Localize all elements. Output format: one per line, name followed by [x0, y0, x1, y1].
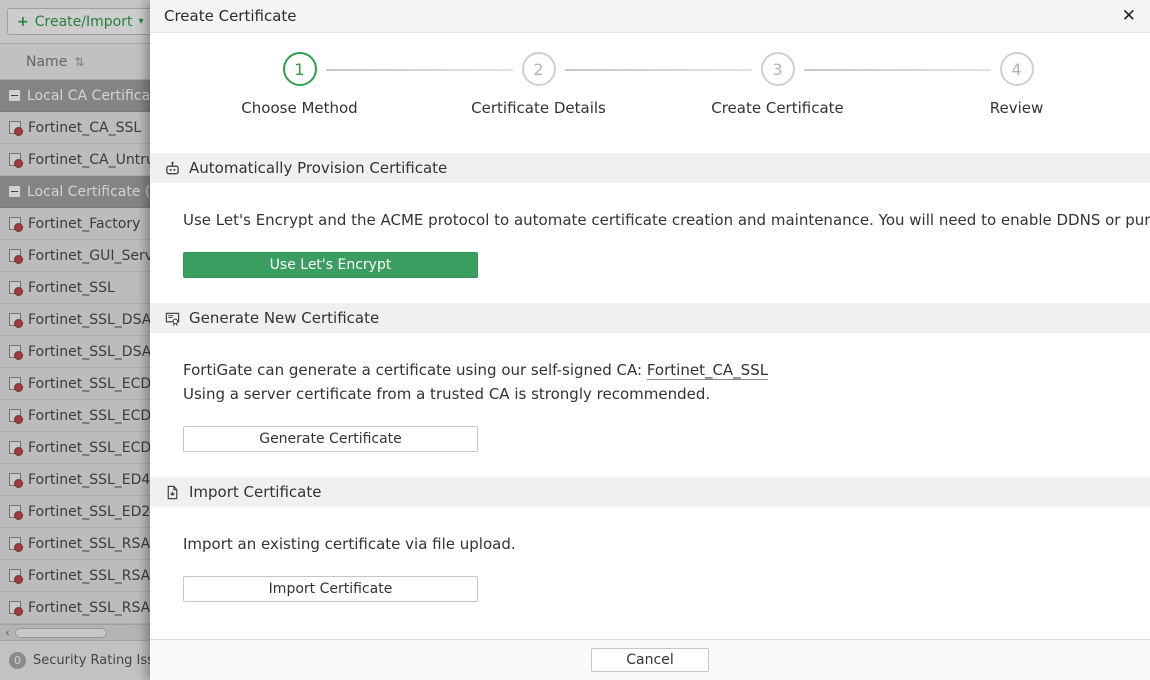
step-2-label: Certificate Details: [471, 99, 606, 117]
certificate-seal-icon: [165, 311, 180, 326]
step-review: 4 Review: [897, 52, 1136, 117]
section-title: Automatically Provision Certificate: [189, 159, 447, 177]
section-title: Import Certificate: [189, 483, 321, 501]
import-icon: [165, 485, 180, 500]
modal-title: Create Certificate: [164, 7, 297, 25]
automation-icon: [165, 161, 180, 176]
step-certificate-details: 2 Certificate Details: [419, 52, 658, 117]
generate-certificate-button[interactable]: Generate Certificate: [183, 426, 478, 452]
use-lets-encrypt-button[interactable]: Use Let's Encrypt: [183, 252, 478, 278]
step-3-circle[interactable]: 3: [761, 52, 795, 86]
step-choose-method: 1 Choose Method: [180, 52, 419, 117]
import-description: Import an existing certificate via file …: [150, 507, 1150, 556]
modal-titlebar: Create Certificate ✕: [150, 0, 1150, 33]
section-header-import: Import Certificate: [150, 477, 1150, 507]
wizard-stepper: 1 Choose Method 2 Certificate Details 3 …: [150, 33, 1150, 132]
step-create-certificate: 3 Create Certificate: [658, 52, 897, 117]
modal-footer: Cancel: [150, 639, 1150, 680]
ca-link[interactable]: Fortinet_CA_SSL: [647, 361, 768, 380]
generate-line-1: FortiGate can generate a certificate usi…: [183, 358, 1140, 382]
step-4-label: Review: [990, 99, 1044, 117]
generate-line-2: Using a server certificate from a truste…: [183, 382, 1140, 406]
section-header-provision: Automatically Provision Certificate: [150, 153, 1150, 183]
step-2-circle[interactable]: 2: [522, 52, 556, 86]
close-icon[interactable]: ✕: [1122, 8, 1136, 25]
step-3-label: Create Certificate: [711, 99, 844, 117]
step-1-label: Choose Method: [241, 99, 357, 117]
generate-text: FortiGate can generate a certificate usi…: [183, 361, 647, 379]
cancel-button[interactable]: Cancel: [591, 648, 709, 672]
step-1-circle[interactable]: 1: [283, 52, 317, 86]
create-certificate-modal: Create Certificate ✕ 1 Choose Method 2 C…: [150, 0, 1150, 680]
provision-description: Use Let's Encrypt and the ACME protocol …: [150, 183, 1150, 232]
import-certificate-button[interactable]: Import Certificate: [183, 576, 478, 602]
generate-description: FortiGate can generate a certificate usi…: [150, 333, 1150, 406]
section-header-generate: Generate New Certificate: [150, 303, 1150, 333]
section-title: Generate New Certificate: [189, 309, 379, 327]
step-4-circle[interactable]: 4: [1000, 52, 1034, 86]
